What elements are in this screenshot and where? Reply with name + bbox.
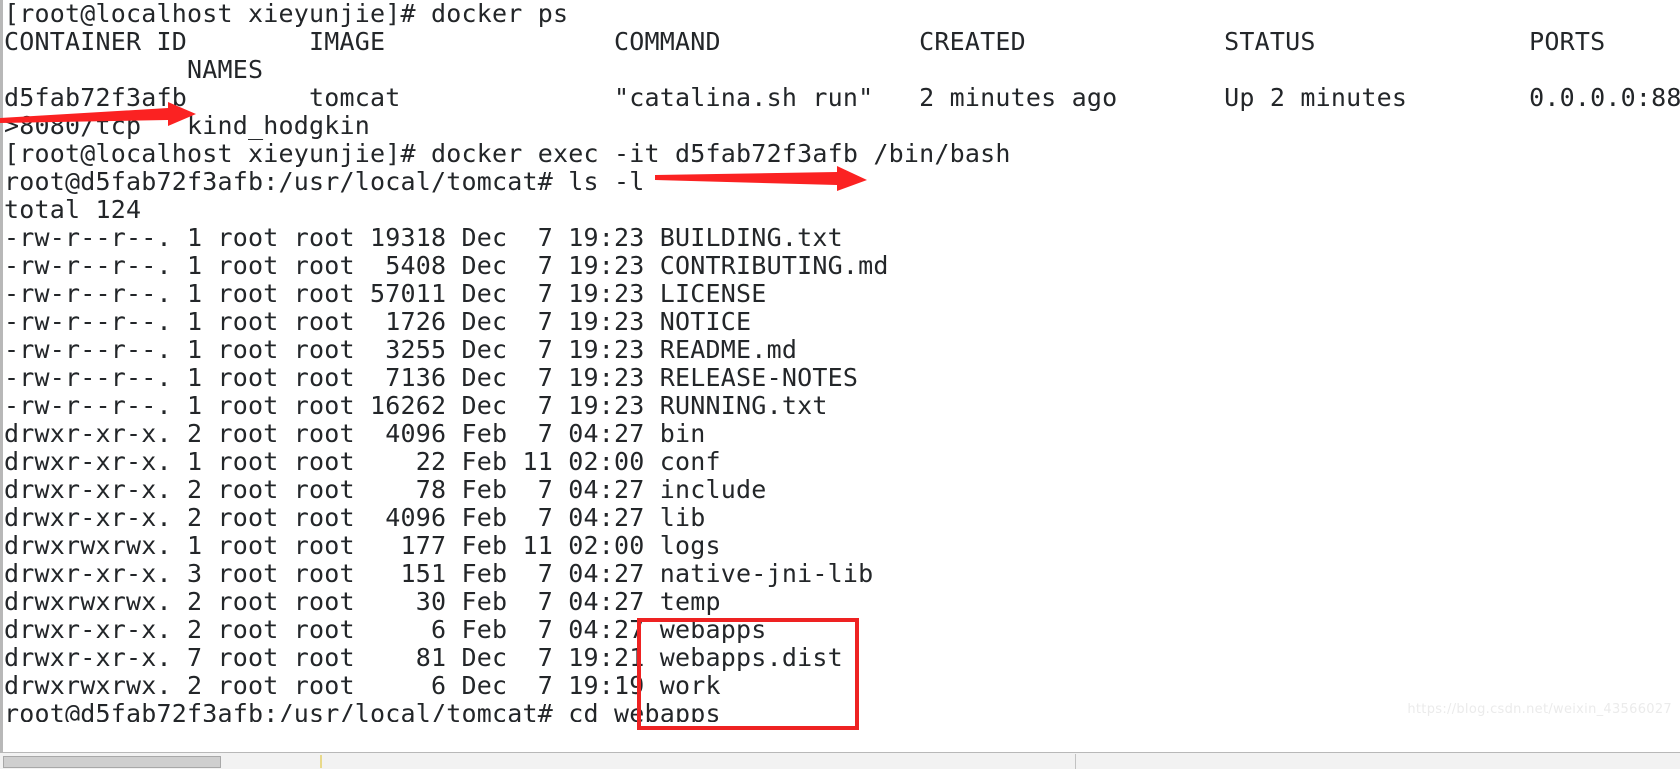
terminal-line: drwxr-xr-x. 3 root root 151 Feb 7 04:27 … — [4, 559, 874, 588]
terminal-line: drwxr-xr-x. 7 root root 81 Dec 7 19:21 w… — [4, 643, 843, 672]
terminal-horizontal-scrollbar[interactable] — [0, 752, 1680, 769]
terminal-line: CONTAINER ID IMAGE COMMAND CREATED STATU… — [4, 27, 1606, 56]
terminal-line: NAMES — [4, 55, 264, 84]
terminal-line: drwxrwxrwx. 2 root root 6 Dec 7 19:19 wo… — [4, 671, 721, 700]
terminal-line: [root@localhost xieyunjie]# docker exec … — [4, 139, 1011, 168]
scrollbar-thumb[interactable] — [3, 756, 221, 768]
terminal-line: drwxr-xr-x. 2 root root 6 Feb 7 04:27 we… — [4, 615, 767, 644]
terminal-line: -rw-r--r--. 1 root root 19318 Dec 7 19:2… — [4, 223, 843, 252]
terminal-line: -rw-r--r--. 1 root root 1726 Dec 7 19:23… — [4, 307, 752, 336]
terminal-line: drwxrwxrwx. 2 root root 30 Feb 7 04:27 t… — [4, 587, 721, 616]
terminal-line: -rw-r--r--. 1 root root 3255 Dec 7 19:23… — [4, 335, 798, 364]
terminal-line: -rw-r--r--. 1 root root 5408 Dec 7 19:23… — [4, 251, 889, 280]
terminal-line: drwxr-xr-x. 2 root root 4096 Feb 7 04:27… — [4, 419, 706, 448]
scrollbar-divider — [1075, 754, 1076, 769]
watermark: https://blog.csdn.net/weixin_43566027 — [1407, 702, 1672, 717]
terminal-line: drwxr-xr-x. 1 root root 22 Feb 11 02:00 … — [4, 447, 721, 476]
terminal-line: drwxr-xr-x. 2 root root 78 Feb 7 04:27 i… — [4, 475, 767, 504]
terminal-line: -rw-r--r--. 1 root root 57011 Dec 7 19:2… — [4, 279, 767, 308]
terminal-line: root@d5fab72f3afb:/usr/local/tomcat# ls … — [4, 167, 645, 196]
terminal-line: total 124 — [4, 195, 142, 224]
terminal-line: drwxrwxrwx. 1 root root 177 Feb 11 02:00… — [4, 531, 721, 560]
terminal-line: drwxr-xr-x. 2 root root 4096 Feb 7 04:27… — [4, 503, 706, 532]
terminal-screenshot: [root@localhost xieyunjie]# docker ps CO… — [0, 0, 1680, 769]
terminal-window-left-border — [0, 0, 3, 752]
scrollbar-marker — [320, 755, 322, 768]
terminal-line: >8080/tcp kind_hodgkin — [4, 111, 371, 140]
terminal-line: [root@localhost xieyunjie]# docker ps — [4, 0, 569, 28]
terminal-output-area[interactable]: [root@localhost xieyunjie]# docker ps CO… — [4, 0, 1680, 769]
terminal-line: -rw-r--r--. 1 root root 7136 Dec 7 19:23… — [4, 363, 859, 392]
terminal-line: -rw-r--r--. 1 root root 16262 Dec 7 19:2… — [4, 391, 828, 420]
terminal-line: d5fab72f3afb tomcat "catalina.sh run" 2 … — [4, 83, 1680, 112]
